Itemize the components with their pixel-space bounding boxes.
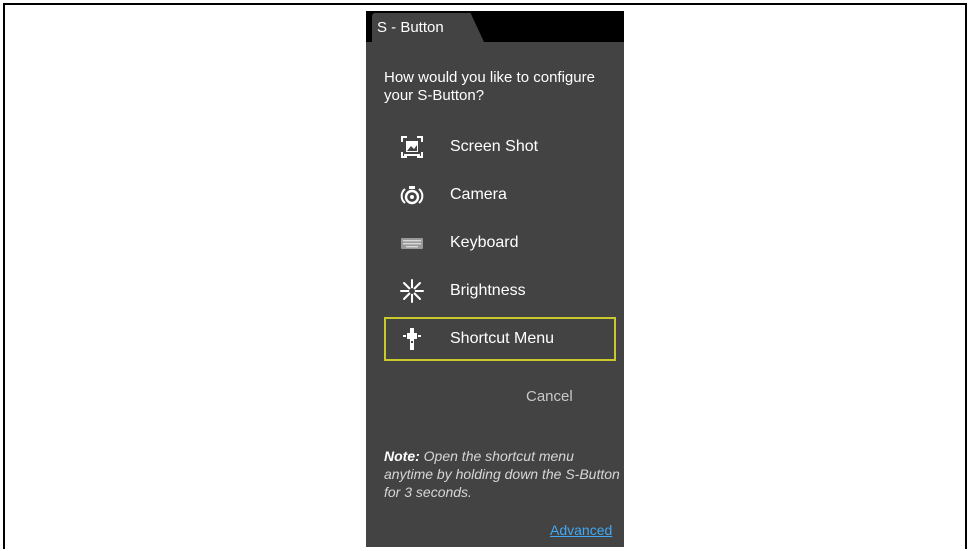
note-body: Open the shortcut menu anytime by holdin…: [384, 448, 620, 500]
option-label: Shortcut Menu: [450, 330, 555, 347]
option-label: Camera: [450, 186, 507, 203]
option-label: Keyboard: [450, 234, 519, 251]
option-keyboard[interactable]: Keyboard: [384, 221, 616, 265]
brightness-icon: [400, 279, 424, 303]
s-button-dialog: S - Button How would you like to configu…: [366, 11, 624, 547]
tab-strip: S - Button: [366, 11, 624, 42]
keyboard-icon: [401, 238, 423, 249]
option-screen-shot[interactable]: Screen Shot: [384, 125, 616, 169]
tab-label: S - Button: [377, 19, 444, 36]
option-brightness[interactable]: Brightness: [384, 269, 616, 313]
cancel-button[interactable]: Cancel: [526, 388, 573, 405]
option-label: Brightness: [450, 282, 526, 299]
shortcut-menu-icon: [403, 328, 421, 350]
note-text: Note: Open the shortcut menu anytime by …: [384, 447, 620, 501]
option-camera[interactable]: Camera: [384, 173, 616, 217]
camera-icon: [400, 186, 424, 205]
note-prefix: Note:: [384, 448, 420, 464]
screenshot-icon: [401, 136, 423, 158]
option-shortcut-menu[interactable]: Shortcut Menu: [384, 317, 616, 361]
advanced-link[interactable]: Advanced: [550, 522, 612, 538]
config-question: How would you like to configure your S-B…: [384, 69, 595, 104]
option-label: Screen Shot: [450, 138, 539, 155]
